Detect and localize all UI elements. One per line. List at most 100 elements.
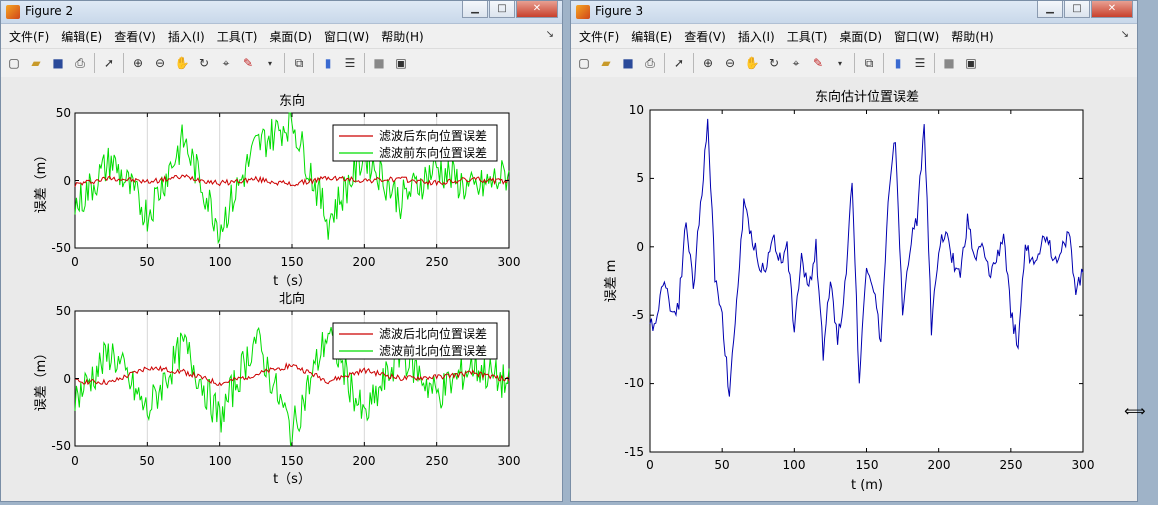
close-button[interactable]: ✕ xyxy=(516,1,558,18)
menu-desktop[interactable]: 桌面(D) xyxy=(835,28,886,45)
close-button[interactable]: ✕ xyxy=(1091,1,1133,18)
subplot2-xtick-50: 50 xyxy=(139,454,154,468)
subplot1-xtick-300: 300 xyxy=(498,255,521,269)
plot3-xtick-50: 50 xyxy=(714,458,729,472)
minimize-button[interactable]: ▁ xyxy=(462,1,488,18)
menu-help[interactable]: 帮助(H) xyxy=(947,28,997,45)
plot3-ytick-neg10: -10 xyxy=(624,376,644,390)
plot3-ytick-neg5: -5 xyxy=(632,308,644,322)
subplot1-ylabel: 误差（m） xyxy=(34,149,49,214)
figure2-plots: 东向 50 0 -50 0 50 100 150 200 250 300 t（s… xyxy=(34,93,521,487)
maximize-button[interactable]: □ xyxy=(1064,1,1090,18)
legend-label-raw-east: 滤波前东向位置误差 xyxy=(379,145,487,160)
figure2-window: Figure 2 ▁ □ ✕ 文件(F) 编辑(E) 查看(V) 插入(I) 工… xyxy=(0,0,563,502)
rotate-3d-icon[interactable]: ↻ xyxy=(195,54,213,72)
print-icon[interactable]: ⎙ xyxy=(641,54,659,72)
maximize-button[interactable]: □ xyxy=(489,1,515,18)
matlab-figure-icon xyxy=(576,5,590,19)
subplot2-ylabel: 误差（m） xyxy=(34,347,49,412)
resize-cursor-icon: ⟺ xyxy=(1124,402,1146,420)
menu-insert[interactable]: 插入(I) xyxy=(734,28,779,45)
subplot2-ytick-0: 0 xyxy=(63,372,71,386)
pan-hand-icon[interactable]: ✋ xyxy=(173,54,191,72)
edit-plot-arrow-icon[interactable]: ➚ xyxy=(100,54,118,72)
subplot1-xtick-250: 250 xyxy=(426,255,449,269)
subplot2-xtick-200: 200 xyxy=(353,454,376,468)
colorbar-icon[interactable]: ▮ xyxy=(319,54,337,72)
open-file-icon[interactable]: ▰ xyxy=(27,54,45,72)
menu-file[interactable]: 文件(F) xyxy=(5,28,53,45)
figure2-canvas: 东向 50 0 -50 0 50 100 150 200 250 300 t（s… xyxy=(1,77,562,501)
subplot2-xtick-250: 250 xyxy=(426,454,449,468)
subplot2-xlabel: t（s） xyxy=(273,472,311,487)
legend-label-filtered-north: 滤波后北向位置误差 xyxy=(379,326,487,341)
subplot2-ytick-neg50: -50 xyxy=(51,439,71,453)
subplot1-xtick-0: 0 xyxy=(71,255,79,269)
menu-tools[interactable]: 工具(T) xyxy=(783,28,832,45)
hide-plot-tools-icon[interactable]: ■ xyxy=(370,54,388,72)
pan-hand-icon[interactable]: ✋ xyxy=(743,54,761,72)
plot3-ylabel: 误差 m xyxy=(604,260,619,303)
data-cursor-icon[interactable]: ⌖ xyxy=(217,54,235,72)
brush-icon[interactable]: ✎ xyxy=(239,54,257,72)
menu-view[interactable]: 查看(V) xyxy=(680,28,730,45)
figure3-window: Figure 3 ▁ □ ✕ 文件(F) 编辑(E) 查看(V) 插入(I) 工… xyxy=(570,0,1138,502)
figure3-titlebar[interactable]: Figure 3 ▁ □ ✕ xyxy=(571,1,1137,24)
menu-insert[interactable]: 插入(I) xyxy=(164,28,209,45)
data-cursor-icon[interactable]: ⌖ xyxy=(787,54,805,72)
figure3-toolbar: ▢ ▰ ■ ⎙ ➚ ⊕ ⊖ ✋ ↻ ⌖ ✎ ▾ ⧉ ▮ ☰ ■ ▣ xyxy=(571,49,1137,78)
zoom-in-icon[interactable]: ⊕ xyxy=(699,54,717,72)
subplot1-title: 东向 xyxy=(279,93,305,109)
menu-edit[interactable]: 编辑(E) xyxy=(57,28,106,45)
dock-arrow-icon[interactable]: ↘ xyxy=(546,29,554,40)
new-figure-icon[interactable]: ▢ xyxy=(5,54,23,72)
subplot1-ytick-neg50: -50 xyxy=(51,241,71,255)
zoom-out-icon[interactable]: ⊖ xyxy=(721,54,739,72)
zoom-out-icon[interactable]: ⊖ xyxy=(151,54,169,72)
menu-help[interactable]: 帮助(H) xyxy=(377,28,427,45)
show-plot-tools-icon[interactable]: ▣ xyxy=(962,54,980,72)
print-icon[interactable]: ⎙ xyxy=(71,54,89,72)
plot3-ytick-5: 5 xyxy=(636,171,644,185)
edit-plot-arrow-icon[interactable]: ➚ xyxy=(670,54,688,72)
show-plot-tools-icon[interactable]: ▣ xyxy=(392,54,410,72)
plot3-xtick-150: 150 xyxy=(856,458,879,472)
save-icon[interactable]: ■ xyxy=(619,54,637,72)
menu-edit[interactable]: 编辑(E) xyxy=(627,28,676,45)
menu-view[interactable]: 查看(V) xyxy=(110,28,160,45)
figure2-titlebar[interactable]: Figure 2 ▁ □ ✕ xyxy=(1,1,562,24)
subplot2-ytick-50: 50 xyxy=(56,304,71,318)
open-file-icon[interactable]: ▰ xyxy=(597,54,615,72)
subplot2-xtick-300: 300 xyxy=(498,454,521,468)
plot3-xtick-300: 300 xyxy=(1072,458,1095,472)
dock-arrow-icon[interactable]: ↘ xyxy=(1121,29,1129,40)
subplot2-xtick-150: 150 xyxy=(281,454,304,468)
subplot1-xlabel: t（s） xyxy=(273,274,311,289)
menu-file[interactable]: 文件(F) xyxy=(575,28,623,45)
minimize-button[interactable]: ▁ xyxy=(1037,1,1063,18)
new-figure-icon[interactable]: ▢ xyxy=(575,54,593,72)
subplot1-legend[interactable]: 滤波后东向位置误差 滤波前东向位置误差 xyxy=(332,124,498,162)
link-plot-icon[interactable]: ⧉ xyxy=(290,54,308,72)
menu-tools[interactable]: 工具(T) xyxy=(213,28,262,45)
plot3-xtick-250: 250 xyxy=(1000,458,1023,472)
save-icon[interactable]: ■ xyxy=(49,54,67,72)
brush-dropdown-icon[interactable]: ▾ xyxy=(261,54,279,72)
brush-icon[interactable]: ✎ xyxy=(809,54,827,72)
figure2-menubar: 文件(F) 编辑(E) 查看(V) 插入(I) 工具(T) 桌面(D) 窗口(W… xyxy=(1,24,562,49)
rotate-3d-icon[interactable]: ↻ xyxy=(765,54,783,72)
menu-desktop[interactable]: 桌面(D) xyxy=(265,28,316,45)
hide-plot-tools-icon[interactable]: ■ xyxy=(940,54,958,72)
plot3-xtick-200: 200 xyxy=(928,458,951,472)
subplot1-xtick-200: 200 xyxy=(353,255,376,269)
subplot1-ytick-0: 0 xyxy=(63,174,71,188)
legend-icon[interactable]: ☰ xyxy=(911,54,929,72)
menu-window[interactable]: 窗口(W) xyxy=(890,28,943,45)
menu-window[interactable]: 窗口(W) xyxy=(320,28,373,45)
zoom-in-icon[interactable]: ⊕ xyxy=(129,54,147,72)
legend-icon[interactable]: ☰ xyxy=(341,54,359,72)
subplot2-legend[interactable]: 滤波后北向位置误差 滤波前北向位置误差 xyxy=(332,322,498,360)
colorbar-icon[interactable]: ▮ xyxy=(889,54,907,72)
brush-dropdown-icon[interactable]: ▾ xyxy=(831,54,849,72)
link-plot-icon[interactable]: ⧉ xyxy=(860,54,878,72)
